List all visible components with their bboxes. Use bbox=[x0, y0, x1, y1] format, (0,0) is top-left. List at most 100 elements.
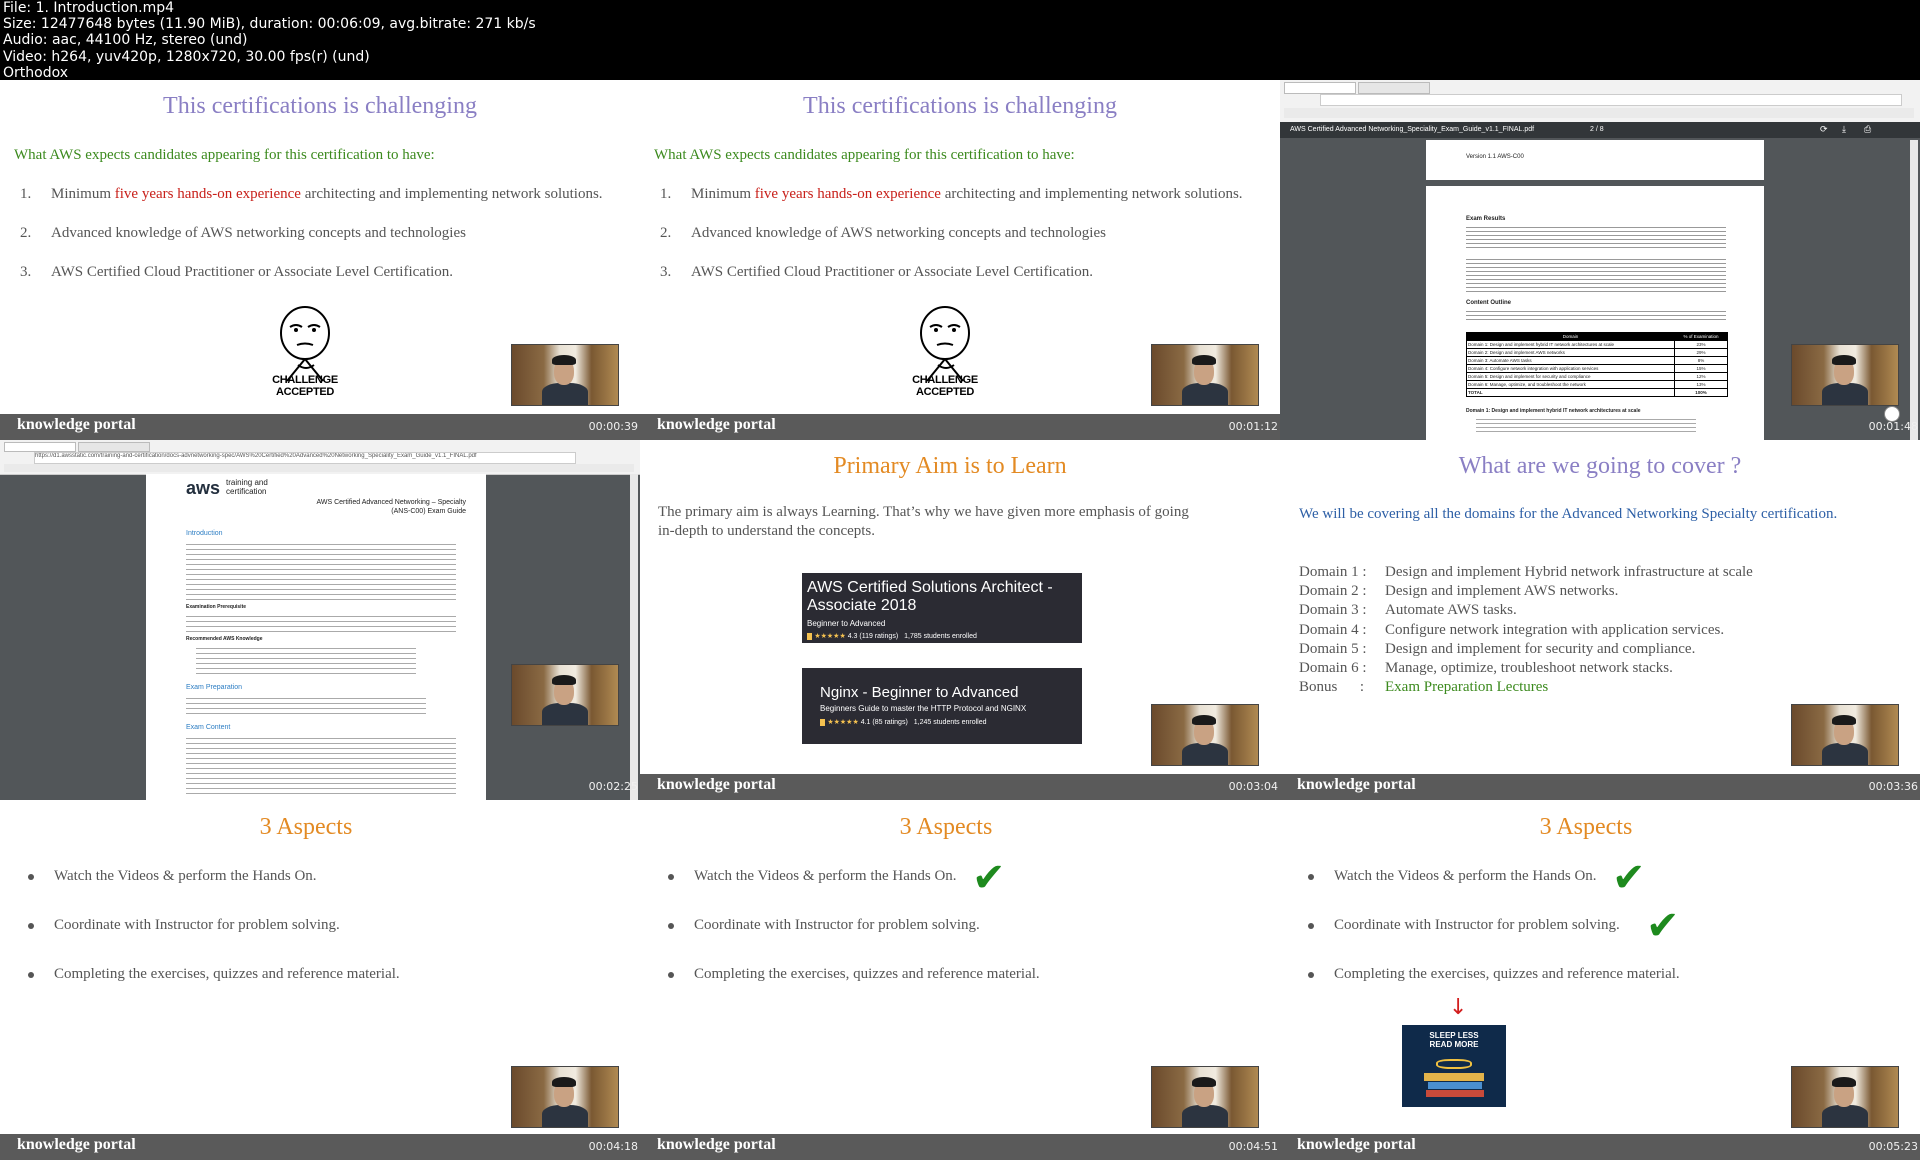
bullet-item: Completing the exercises, quizzes and re… bbox=[668, 966, 1040, 983]
list-item: 1. Minimum five years hands-on experienc… bbox=[660, 186, 1243, 203]
item-number: 2. bbox=[20, 225, 32, 241]
instructor-webcam bbox=[511, 664, 619, 726]
table-cell: 15% bbox=[1673, 364, 1729, 373]
browser-chrome bbox=[1280, 80, 1920, 123]
course-card[interactable]: AWS Certified Solutions Architect - Asso… bbox=[802, 573, 1082, 643]
browser-tab[interactable] bbox=[1284, 82, 1356, 94]
course-students: 1,245 students enrolled bbox=[913, 719, 987, 726]
course-card[interactable]: Nginx - Beginner to Advanced Beginners G… bbox=[802, 668, 1082, 744]
pdf-section-heading: Introduction bbox=[186, 530, 223, 537]
list-item: 3. AWS Certified Cloud Practitioner or A… bbox=[20, 264, 453, 281]
thumbnail-9[interactable]: 3 Aspects Watch the Videos & perform the… bbox=[1280, 800, 1920, 1160]
bestseller-badge bbox=[820, 719, 826, 726]
domain-row: Domain 1 : Design and implement Hybrid ne… bbox=[1299, 564, 1753, 581]
bullet-dot bbox=[1308, 873, 1314, 880]
video-footer: knowledge portal 00:00:39 bbox=[0, 414, 640, 440]
page-counter: 2 / 8 bbox=[1590, 126, 1604, 133]
thumbnail-8[interactable]: 3 Aspects Watch the Videos & perform the… bbox=[640, 800, 1280, 1160]
list-item: 2. Advanced knowledge of AWS networking … bbox=[660, 225, 1106, 242]
thumbnail-3[interactable]: AWS Certified Advanced Networking_Specia… bbox=[1280, 80, 1920, 440]
print-icon[interactable]: ⎙ bbox=[1864, 124, 1871, 135]
meme-face-icon bbox=[280, 306, 330, 382]
pdf-section-heading: Exam Preparation bbox=[186, 684, 243, 691]
thumbnail-7[interactable]: 3 Aspects Watch the Videos & perform the… bbox=[0, 800, 640, 1160]
table-cell: 100% bbox=[1673, 388, 1729, 397]
domain-row: Domain 2 : Design and implement AWS netwo… bbox=[1299, 583, 1618, 600]
item-number: 1. bbox=[660, 186, 672, 202]
star-icon: ★★★★★ bbox=[814, 633, 846, 640]
video-footer: knowledge portal 00:04:18 bbox=[0, 1134, 640, 1160]
thumbnail-4[interactable]: https://d1.awsstatic.com/training-and-ce… bbox=[0, 440, 640, 800]
star-icon: ★★★★★ bbox=[827, 719, 859, 726]
course-subtitle: Beginners Guide to master the HTTP Proto… bbox=[820, 704, 1027, 713]
slide-title: 3 Aspects bbox=[1539, 814, 1633, 840]
browser-tab[interactable] bbox=[1358, 82, 1430, 94]
bullet-text: Completing the exercises, quizzes and re… bbox=[1334, 966, 1680, 982]
slide-title: This certifications is challenging bbox=[163, 93, 477, 119]
browser-tab[interactable] bbox=[78, 442, 150, 452]
pdf-scrollbar[interactable] bbox=[1910, 140, 1918, 440]
slide-title: This certifications is challenging bbox=[803, 93, 1117, 119]
browser-tab[interactable] bbox=[4, 442, 76, 452]
download-icon[interactable]: ⤓ bbox=[1842, 124, 1846, 135]
slide-title: 3 Aspects bbox=[259, 814, 353, 840]
pdf-domain-heading: Domain 1: Design and implement hybrid IT… bbox=[1466, 408, 1641, 414]
slide-intro: We will be covering all the domains for … bbox=[1299, 506, 1838, 522]
meme-caption: CHALLENGE ACCEPTED bbox=[272, 374, 338, 398]
rotate-icon[interactable]: ⟳ bbox=[1820, 124, 1828, 135]
glasses-icon bbox=[1436, 1059, 1472, 1069]
book-icon bbox=[1426, 1090, 1484, 1097]
slide-body: The primary aim is always Learning. That… bbox=[658, 504, 1189, 539]
address-bar[interactable] bbox=[1320, 94, 1902, 106]
video-footer: knowledge portal 00:03:04 bbox=[640, 774, 1280, 800]
thumbnail-1[interactable]: This certifications is challenging What … bbox=[0, 80, 640, 440]
item-text-end: architecting and implementing network so… bbox=[300, 186, 603, 202]
checkmark-icon: ✔ bbox=[1612, 855, 1646, 901]
domain-text: Manage, optimize, troubleshoot network s… bbox=[1385, 660, 1673, 676]
bullet-dot bbox=[668, 971, 674, 978]
bullet-item: Completing the exercises, quizzes and re… bbox=[1308, 966, 1680, 983]
pdf-section-heading: Exam Results bbox=[1466, 216, 1506, 222]
table-cell: Domain 1: Design and implement hybrid IT… bbox=[1466, 340, 1675, 349]
thumbnail-6[interactable]: What are we going to cover ? We will be … bbox=[1280, 440, 1920, 800]
course-students: 1,785 students enrolled bbox=[904, 633, 977, 640]
course-name: AWS Certified Solutions Architect - Asso… bbox=[807, 579, 1053, 614]
bookmarks-bar bbox=[1284, 108, 1914, 118]
bullet-dot bbox=[668, 873, 674, 880]
domain-weight-table: Domain % of Examination Domain 1: Design… bbox=[1466, 332, 1729, 397]
address-bar[interactable]: https://d1.awsstatic.com/training-and-ce… bbox=[34, 452, 576, 464]
bullet-item: Completing the exercises, quizzes and re… bbox=[28, 966, 400, 983]
bullet-item: Coordinate with Instructor for problem s… bbox=[28, 917, 340, 934]
table-cell: Domain 4: Configure network integration … bbox=[1466, 364, 1675, 373]
aws-logo: aws bbox=[186, 478, 221, 498]
pdf-toolbar: AWS Certified Advanced Networking_Specia… bbox=[1280, 122, 1920, 138]
item-text: AWS Certified Cloud Practitioner or Asso… bbox=[51, 264, 454, 280]
timestamp: 00:01:12 bbox=[1228, 420, 1278, 433]
timestamp: 00:04:51 bbox=[1228, 1140, 1278, 1153]
domain-row: Domain 5 : Design and implement for secur… bbox=[1299, 641, 1695, 658]
bullet-text: Watch the Videos & perform the Hands On. bbox=[694, 868, 957, 884]
table-cell: Domain 2: Design and implement AWS netwo… bbox=[1466, 348, 1675, 357]
checkmark-icon: ✔ bbox=[972, 855, 1006, 901]
brand-label: knowledge portal bbox=[657, 416, 776, 433]
pdf-scrollbar[interactable] bbox=[630, 474, 638, 800]
video-footer: knowledge portal 00:05:23 bbox=[1280, 1134, 1920, 1160]
domain-text: Design and implement Hybrid network infr… bbox=[1385, 564, 1753, 580]
pdf-paragraph bbox=[1466, 308, 1726, 320]
challenge-accepted-meme: CHALLENGE ACCEPTED bbox=[890, 303, 1000, 398]
pdf-version: Version 1.1 AWS-C00 bbox=[1466, 154, 1524, 160]
thumbnail-grid: This certifications is challenging What … bbox=[0, 80, 1920, 1160]
thumbnail-2[interactable]: This certifications is challenging What … bbox=[640, 80, 1280, 440]
bullet-text: Watch the Videos & perform the Hands On. bbox=[54, 868, 317, 884]
timestamp: 00:02:25 bbox=[588, 780, 638, 793]
domain-text: Exam Preparation Lectures bbox=[1385, 679, 1549, 695]
bullet-text: Coordinate with Instructor for problem s… bbox=[694, 917, 980, 933]
domain-label: Bonus : bbox=[1299, 679, 1365, 695]
pdf-paragraph bbox=[186, 734, 456, 794]
bullet-dot bbox=[1308, 971, 1314, 978]
file-info-header: File: 1. Introduction.mp4 Size: 12477648… bbox=[0, 0, 1920, 81]
thumbnail-5[interactable]: Primary Aim is to Learn The primary aim … bbox=[640, 440, 1280, 800]
pdf-paragraph bbox=[1466, 256, 1726, 294]
domain-label: Domain 3 : bbox=[1299, 602, 1367, 618]
timestamp: 00:03:04 bbox=[1228, 780, 1278, 793]
